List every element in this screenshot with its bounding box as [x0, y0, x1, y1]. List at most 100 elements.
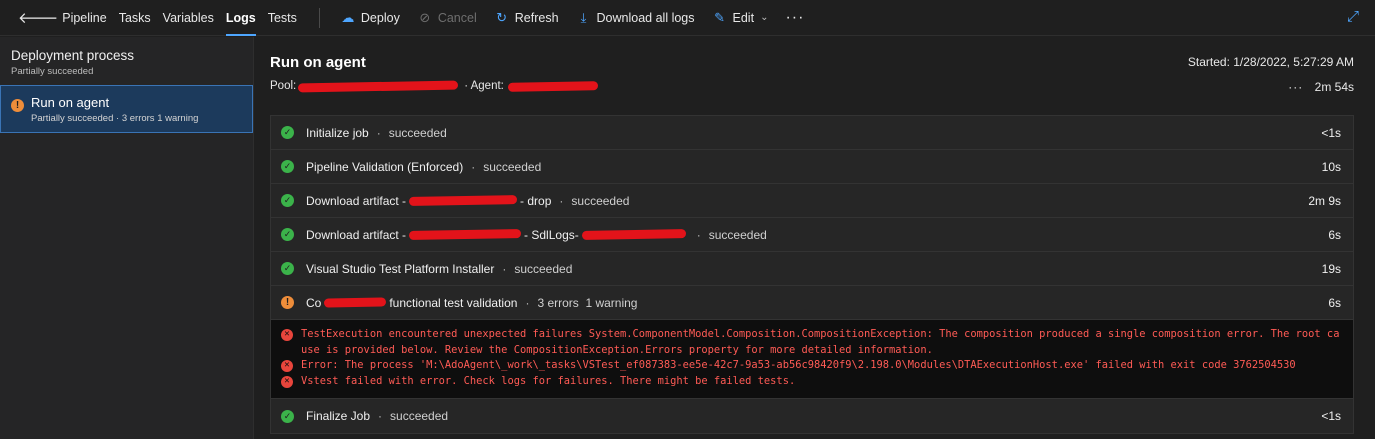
success-check-icon: ✓	[281, 160, 294, 173]
success-check-icon: ✓	[281, 194, 294, 207]
back-to-pipeline[interactable]: 🡐 Pipeline	[0, 0, 113, 36]
top-toolbar: 🡐 Pipeline Tasks Variables Logs Tests ☁ …	[0, 0, 1375, 36]
success-check-icon: ✓	[281, 126, 294, 139]
edit-label: Edit	[732, 10, 755, 25]
total-duration: ··· 2m 54s	[1288, 80, 1354, 94]
step-status: succeeded	[483, 159, 542, 174]
dot-separator: ·	[696, 227, 701, 242]
step-name-prefix: Download artifact -	[306, 227, 407, 242]
error-line: ✕ Error: The process 'M:\AdoAgent\_work\…	[281, 358, 1343, 374]
agent-label: · Agent:	[464, 80, 504, 92]
more-options-button[interactable]: ···	[1288, 80, 1303, 94]
step-duration: 2m 9s	[1308, 193, 1341, 208]
refresh-icon: ↻	[496, 9, 508, 25]
tab-logs[interactable]: Logs	[220, 0, 262, 36]
log-panel: Run on agent Started: 1/28/2022, 5:27:29…	[255, 37, 1375, 439]
tab-variables[interactable]: Variables	[157, 0, 220, 36]
deploy-button[interactable]: ☁ Deploy	[332, 0, 409, 36]
step-status: 3 errors 1 warning	[537, 295, 638, 310]
page-title: Run on agent	[270, 54, 366, 71]
more-actions-button[interactable]: ···	[777, 9, 812, 27]
deployment-process-status: Partially succeeded	[11, 66, 94, 77]
cancel-button[interactable]: ⊘ Cancel	[409, 0, 486, 36]
step-duration: 10s	[1321, 159, 1341, 174]
step-name-suffix: functional test validation	[389, 295, 518, 310]
success-check-icon: ✓	[281, 228, 294, 241]
dot-separator: ·	[502, 261, 507, 276]
redacted-agent-name	[507, 80, 598, 92]
error-log: ✕ TestExecution encountered unexpected f…	[271, 320, 1353, 399]
sidebar-item-status: Partially succeeded · 3 errors 1 warning	[31, 113, 199, 124]
step-row[interactable]: ✓ Download artifact - - SdlLogs- · succe…	[271, 218, 1353, 252]
step-name: Finalize Job	[306, 409, 371, 423]
step-duration: 6s	[1328, 227, 1341, 242]
redacted-artifact-suffix	[581, 229, 686, 240]
error-icon: ✕	[281, 375, 293, 388]
sidebar-item-run-on-agent[interactable]: ! Run on agent Partially succeeded · 3 e…	[0, 85, 253, 133]
edit-button[interactable]: ✎ Edit ⌄	[704, 0, 778, 36]
dot-separator: ·	[559, 193, 564, 208]
step-duration: <1s	[1321, 409, 1341, 423]
step-duration: <1s	[1321, 125, 1341, 140]
error-icon: ✕	[281, 360, 293, 372]
steps-list: ✓ Initialize job · succeeded <1s ✓ Pipel…	[270, 115, 1354, 434]
step-row[interactable]: ✓ Download artifact - - drop · succeeded…	[271, 184, 1353, 218]
step-name: Visual Studio Test Platform Installer	[306, 261, 495, 276]
refresh-label: Refresh	[514, 10, 559, 25]
deployment-process-title: Deployment process	[11, 48, 135, 63]
error-text: TestExecution encountered unexpected fai…	[301, 328, 1340, 356]
redacted-pool-name	[298, 80, 459, 92]
step-status: succeeded	[571, 193, 630, 208]
step-name-prefix: Co	[306, 295, 322, 310]
arrow-left-icon: 🡐	[18, 10, 59, 27]
error-icon: ✕	[281, 329, 293, 341]
pool-agent-line: Pool: · Agent:	[270, 80, 598, 92]
step-name: Pipeline Validation (Enforced)	[306, 159, 464, 174]
redacted-step-name	[324, 297, 387, 308]
expand-icon[interactable]: ⤢	[1347, 8, 1359, 25]
refresh-button[interactable]: ↻ Refresh	[486, 0, 568, 36]
step-row[interactable]: ✓ Finalize Job · succeeded <1s	[271, 399, 1353, 433]
download-label: Download all logs	[596, 10, 695, 25]
step-duration: 19s	[1321, 261, 1341, 276]
sidebar: Deployment process Partially succeeded !…	[0, 37, 254, 439]
dot-separator: ·	[378, 409, 383, 423]
step-row[interactable]: ✓ Initialize job · succeeded <1s	[271, 116, 1353, 150]
cancel-icon: ⊘	[419, 9, 431, 25]
tab-tasks[interactable]: Tasks	[113, 0, 157, 36]
error-line: ✕ Vstest failed with error. Check logs f…	[281, 374, 1343, 390]
step-status: succeeded	[708, 227, 767, 242]
toolbar-divider	[318, 7, 320, 28]
error-text: Vstest failed with error. Check logs for…	[301, 374, 796, 387]
cloud-icon: ☁	[341, 9, 355, 25]
step-status: succeeded	[390, 409, 449, 423]
step-name: Initialize job	[306, 125, 369, 140]
step-row[interactable]: ✓ Visual Studio Test Platform Installer …	[271, 252, 1353, 286]
deploy-label: Deploy	[360, 10, 400, 25]
dot-separator: ·	[471, 159, 476, 174]
deployment-process-header[interactable]: Deployment process Partially succeeded	[0, 37, 253, 85]
started-timestamp: Started: 1/28/2022, 5:27:29 AM	[1187, 55, 1354, 69]
pool-label: Pool:	[270, 80, 297, 92]
download-all-logs-button[interactable]: ⤓ Download all logs	[568, 0, 704, 36]
success-check-icon: ✓	[281, 262, 294, 275]
step-row[interactable]: ! Co functional test validation · 3 erro…	[271, 286, 1353, 320]
pipeline-label: Pipeline	[62, 10, 107, 25]
step-name-suffix: - drop	[520, 193, 552, 208]
warning-icon: !	[11, 99, 24, 112]
download-icon: ⤓	[580, 9, 587, 25]
tab-tests[interactable]: Tests	[262, 0, 303, 36]
warning-icon: !	[281, 296, 294, 309]
chevron-down-icon: ⌄	[760, 12, 769, 23]
sidebar-item-title: Run on agent	[31, 95, 110, 110]
step-duration: 6s	[1328, 295, 1341, 310]
step-status: succeeded	[514, 261, 573, 276]
pencil-icon: ✎	[714, 9, 725, 25]
step-row[interactable]: ✓ Pipeline Validation (Enforced) · succe…	[271, 150, 1353, 184]
success-check-icon: ✓	[281, 409, 294, 423]
dot-separator: ·	[525, 295, 530, 310]
step-name-suffix: - SdlLogs-	[524, 227, 579, 242]
duration-value: 2m 54s	[1314, 80, 1354, 94]
redacted-artifact-name	[408, 229, 522, 240]
step-name-prefix: Download artifact -	[306, 193, 407, 208]
